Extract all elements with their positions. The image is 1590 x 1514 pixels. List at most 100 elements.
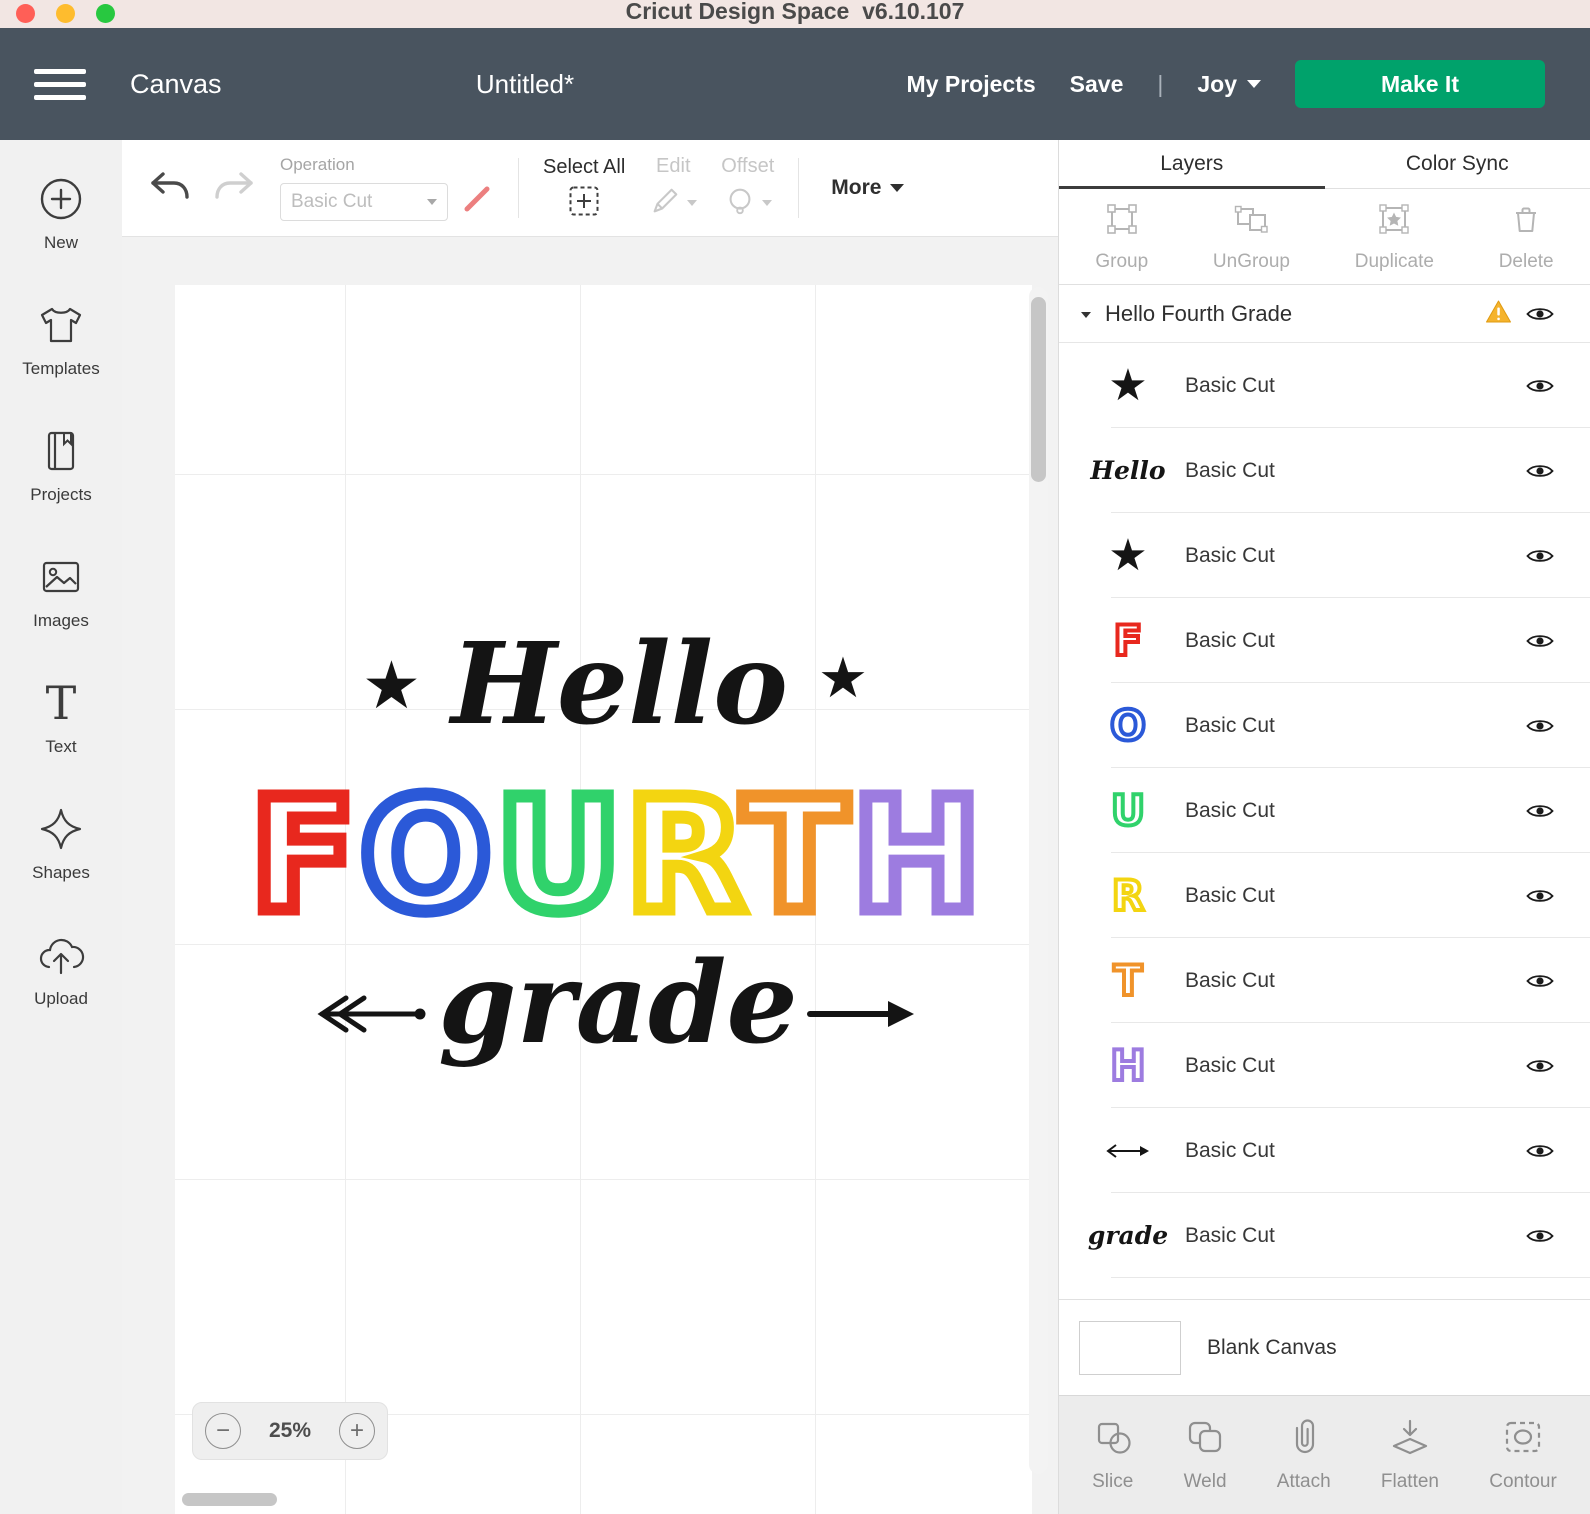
blank-canvas-swatch[interactable] xyxy=(1079,1321,1181,1375)
visibility-eye-icon[interactable] xyxy=(1526,1057,1554,1075)
star-shape[interactable]: ★ xyxy=(818,650,868,706)
visibility-eye-icon[interactable] xyxy=(1526,1142,1554,1160)
layer-row[interactable]: R Basic Cut xyxy=(1059,853,1590,938)
weld-label: Weld xyxy=(1184,1471,1227,1493)
star-shape[interactable]: ★ xyxy=(362,652,421,718)
layer-thumbnail-star: ★ xyxy=(1089,364,1167,408)
letter-f[interactable]: F xyxy=(250,765,360,946)
layer-row[interactable]: O Basic Cut xyxy=(1059,683,1590,768)
attach-button[interactable]: Attach xyxy=(1277,1417,1331,1493)
delete-button[interactable]: Delete xyxy=(1499,201,1554,273)
sidebar-item-text[interactable]: T Text xyxy=(45,678,76,757)
offset-icon xyxy=(724,185,756,222)
hello-text[interactable]: Hello xyxy=(451,615,788,755)
layer-row[interactable]: T Basic Cut xyxy=(1059,938,1590,1023)
maximize-window-icon[interactable] xyxy=(96,4,115,23)
ungroup-button[interactable]: UnGroup xyxy=(1213,201,1290,273)
zoom-in-button[interactable]: + xyxy=(339,1413,375,1449)
layer-row[interactable]: Hello Basic Cut xyxy=(1059,428,1590,513)
canvas-artboard[interactable]: ★ Hello ★ FOURTH grade xyxy=(175,285,1032,1514)
app-header: Canvas Untitled* My Projects Save | Joy … xyxy=(0,28,1590,140)
sidebar-item-images[interactable]: Images xyxy=(33,552,89,631)
window-controls[interactable] xyxy=(16,4,115,23)
zoom-out-button[interactable]: − xyxy=(205,1413,241,1449)
layer-row[interactable]: Basic Cut xyxy=(1059,1108,1590,1193)
layer-row[interactable]: H Basic Cut xyxy=(1059,1023,1590,1108)
sidebar-item-shapes[interactable]: Shapes xyxy=(32,804,90,883)
duplicate-button[interactable]: Duplicate xyxy=(1355,201,1434,273)
visibility-eye-icon[interactable] xyxy=(1526,462,1554,480)
chevron-down-icon xyxy=(427,199,437,205)
sidebar-item-upload[interactable]: Upload xyxy=(34,930,88,1009)
visibility-eye-icon[interactable] xyxy=(1526,1227,1554,1245)
tab-layers[interactable]: Layers xyxy=(1059,140,1325,188)
ungroup-label: UnGroup xyxy=(1213,251,1290,273)
arrow-head-icon[interactable] xyxy=(806,992,918,1041)
sidebar-item-label: Text xyxy=(45,737,76,757)
redo-icon[interactable] xyxy=(214,169,256,208)
document-title[interactable]: Untitled* xyxy=(476,69,574,100)
layer-label: Basic Cut xyxy=(1185,1224,1526,1248)
header-actions: My Projects Save | Joy Make It xyxy=(907,60,1545,108)
minimize-window-icon[interactable] xyxy=(56,4,75,23)
make-it-button[interactable]: Make It xyxy=(1295,60,1545,108)
more-label: More xyxy=(831,176,881,200)
menu-hamburger-icon[interactable] xyxy=(34,69,86,100)
group-button[interactable]: Group xyxy=(1095,201,1148,273)
grade-text[interactable]: grade xyxy=(438,934,797,1074)
visibility-eye-icon[interactable] xyxy=(1526,887,1554,905)
letter-h[interactable]: H xyxy=(852,765,986,946)
tab-color-sync[interactable]: Color Sync xyxy=(1325,140,1590,188)
sidebar-item-templates[interactable]: Templates xyxy=(22,300,99,379)
layer-group-header[interactable]: Hello Fourth Grade xyxy=(1059,285,1590,343)
toolbar-divider xyxy=(518,158,519,218)
tshirt-icon xyxy=(37,300,85,350)
undo-icon[interactable] xyxy=(148,169,190,208)
visibility-eye-icon[interactable] xyxy=(1526,717,1554,735)
vertical-scrollbar-track[interactable] xyxy=(1029,287,1048,1474)
letter-u[interactable]: U xyxy=(496,765,626,946)
sidebar-item-new[interactable]: New xyxy=(37,174,85,253)
user-menu[interactable]: Joy xyxy=(1197,71,1261,98)
offset-group: Offset xyxy=(721,155,774,222)
arrow-tail-icon[interactable] xyxy=(312,992,430,1041)
vertical-scrollbar-thumb[interactable] xyxy=(1031,297,1046,482)
layer-row[interactable]: ★ Basic Cut xyxy=(1059,343,1590,428)
sidebar-item-projects[interactable]: Projects xyxy=(30,426,91,505)
layer-row[interactable]: F Basic Cut xyxy=(1059,598,1590,683)
visibility-eye-icon[interactable] xyxy=(1526,305,1554,323)
color-swatch-icon[interactable] xyxy=(460,182,494,221)
layer-thumbnail-arrow xyxy=(1089,1143,1167,1159)
app-window: Cricut Design Space v6.10.107 Canvas Unt… xyxy=(0,0,1590,1514)
horizontal-scrollbar-thumb[interactable] xyxy=(182,1493,277,1506)
letter-t[interactable]: T xyxy=(742,765,852,946)
visibility-eye-icon[interactable] xyxy=(1526,802,1554,820)
layer-row[interactable]: ★ Basic Cut xyxy=(1059,513,1590,598)
sidebar-item-label: Projects xyxy=(30,485,91,505)
slice-icon xyxy=(1093,1417,1133,1463)
operation-select[interactable]: Basic Cut xyxy=(280,183,448,221)
layer-row[interactable]: grade Basic Cut xyxy=(1059,1193,1590,1278)
warning-icon[interactable] xyxy=(1485,299,1512,329)
select-all-group[interactable]: Select All xyxy=(543,156,625,221)
save-link[interactable]: Save xyxy=(1070,71,1124,98)
layer-list: Hello Fourth Grade ★ Basic Cut Hello Bas… xyxy=(1059,285,1590,1299)
visibility-eye-icon[interactable] xyxy=(1526,377,1554,395)
close-window-icon[interactable] xyxy=(16,4,35,23)
slice-button[interactable]: Slice xyxy=(1092,1417,1133,1493)
weld-button[interactable]: Weld xyxy=(1184,1417,1227,1493)
disclosure-triangle-icon[interactable] xyxy=(1081,312,1091,318)
more-menu[interactable]: More xyxy=(831,176,904,200)
blank-canvas-row[interactable]: Blank Canvas xyxy=(1059,1299,1590,1395)
visibility-eye-icon[interactable] xyxy=(1526,632,1554,650)
visibility-eye-icon[interactable] xyxy=(1526,972,1554,990)
layer-label: Basic Cut xyxy=(1185,969,1526,993)
letter-r[interactable]: R xyxy=(626,765,742,946)
visibility-eye-icon[interactable] xyxy=(1526,547,1554,565)
flatten-button[interactable]: Flatten xyxy=(1381,1417,1439,1493)
contour-button[interactable]: Contour xyxy=(1489,1417,1557,1493)
layer-row[interactable]: U Basic Cut xyxy=(1059,768,1590,853)
my-projects-link[interactable]: My Projects xyxy=(907,71,1036,98)
design-group[interactable]: ★ Hello ★ FOURTH grade xyxy=(250,615,980,1074)
letter-o[interactable]: O xyxy=(360,765,496,946)
